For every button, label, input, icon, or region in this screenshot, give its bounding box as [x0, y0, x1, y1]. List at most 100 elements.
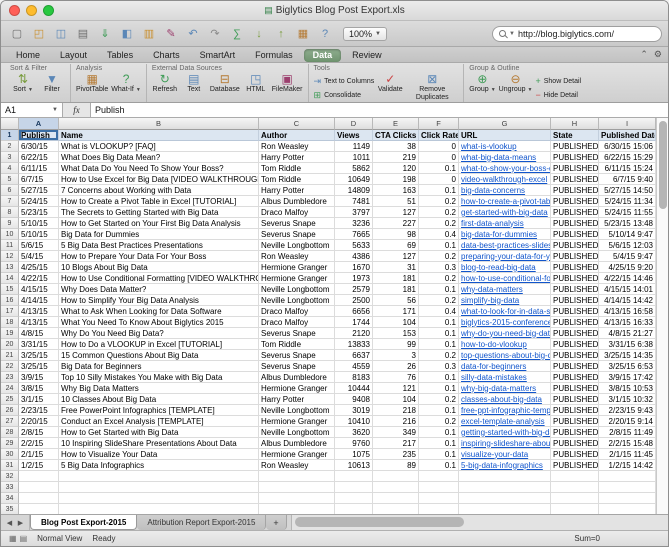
cell-G9[interactable]: first-data-analysis [459, 218, 551, 229]
minimize-window-button[interactable] [26, 5, 37, 16]
new-workbook-icon[interactable]: ▢ [7, 24, 27, 43]
cell-F26[interactable]: 0.1 [419, 405, 459, 416]
cell-C29[interactable]: Albus Dumbledore [259, 438, 335, 449]
cell-E4[interactable]: 120 [373, 163, 419, 174]
cell-H13[interactable]: PUBLISHED [551, 262, 599, 273]
cell-I29[interactable]: 2/2/15 15:48 [599, 438, 656, 449]
cell-A21[interactable]: 3/25/15 [19, 350, 59, 361]
row-header-12[interactable]: 12 [1, 251, 19, 262]
cell-G22[interactable]: data-for-beginners [459, 361, 551, 372]
column-header-g[interactable]: G [459, 118, 551, 130]
cell-B1[interactable]: Name [59, 130, 259, 141]
cell-D34[interactable] [335, 493, 373, 504]
cell-H27[interactable]: PUBLISHED [551, 416, 599, 427]
redo-icon[interactable]: ↷ [205, 24, 225, 43]
cell-E17[interactable]: 171 [373, 306, 419, 317]
cell-I23[interactable]: 3/9/15 17:42 [599, 372, 656, 383]
cell-F14[interactable]: 0.2 [419, 273, 459, 284]
cell-I14[interactable]: 4/22/15 14:46 [599, 273, 656, 284]
cell-D32[interactable] [335, 471, 373, 482]
cell-D27[interactable]: 10410 [335, 416, 373, 427]
cell-C19[interactable]: Severus Snape [259, 328, 335, 339]
row-header-10[interactable]: 10 [1, 229, 19, 240]
cell-F2[interactable]: 0 [419, 141, 459, 152]
row-header-6[interactable]: 6 [1, 185, 19, 196]
row-header-25[interactable]: 25 [1, 394, 19, 405]
cell-A12[interactable]: 5/4/15 [19, 251, 59, 262]
cell-D29[interactable]: 9760 [335, 438, 373, 449]
cell-H20[interactable]: PUBLISHED [551, 339, 599, 350]
column-header-e[interactable]: E [373, 118, 419, 130]
ribbon-button-text-to-columns[interactable]: ⇥ Text to Columns [314, 75, 375, 87]
cell-H12[interactable]: PUBLISHED [551, 251, 599, 262]
cell-A13[interactable]: 4/25/15 [19, 262, 59, 273]
cell-I1[interactable]: Published Date [599, 130, 656, 141]
cell-B3[interactable]: What Does Big Data Mean? [59, 152, 259, 163]
cell-H21[interactable]: PUBLISHED [551, 350, 599, 361]
cell-H6[interactable]: PUBLISHED [551, 185, 599, 196]
row-header-17[interactable]: 17 [1, 306, 19, 317]
cell-B9[interactable]: How to Get Started on Your First Big Dat… [59, 218, 259, 229]
cell-C35[interactable] [259, 504, 335, 514]
ribbon-button-refresh[interactable]: ↻ Refresh [152, 73, 178, 94]
cell-C20[interactable]: Tom Riddle [259, 339, 335, 350]
paste-icon[interactable]: ▥ [139, 24, 159, 43]
cell-H2[interactable]: PUBLISHED [551, 141, 599, 152]
cell-D35[interactable] [335, 504, 373, 514]
cell-C34[interactable] [259, 493, 335, 504]
cell-B31[interactable]: 5 Big Data Infographics [59, 460, 259, 471]
cell-B20[interactable]: How to Do a VLOOKUP in Excel [TUTORIAL] [59, 339, 259, 350]
cell-F19[interactable]: 0.1 [419, 328, 459, 339]
row-header-13[interactable]: 13 [1, 262, 19, 273]
cell-G27[interactable]: excel-template-analysis [459, 416, 551, 427]
cell-C7[interactable]: Albus Dumbledore [259, 196, 335, 207]
cell-I20[interactable]: 3/31/15 6:38 [599, 339, 656, 350]
cell-E29[interactable]: 217 [373, 438, 419, 449]
cell-C31[interactable]: Ron Weasley [259, 460, 335, 471]
cell-E13[interactable]: 31 [373, 262, 419, 273]
cell-G33[interactable] [459, 482, 551, 493]
cell-A4[interactable]: 6/11/15 [19, 163, 59, 174]
cell-G6[interactable]: big-data-concerns [459, 185, 551, 196]
cell-I10[interactable]: 5/10/14 9:47 [599, 229, 656, 240]
cell-H19[interactable]: PUBLISHED [551, 328, 599, 339]
ribbon-button-filter[interactable]: ▼ Filter [39, 73, 65, 94]
cell-G14[interactable]: how-to-use-conditional-formatting [459, 273, 551, 284]
normal-view-icon[interactable]: ▦ [9, 534, 17, 543]
cell-B29[interactable]: 10 Inspiring SlideShare Presentations Ab… [59, 438, 259, 449]
row-header-23[interactable]: 23 [1, 372, 19, 383]
cell-G18[interactable]: biglytics-2015-conference [459, 317, 551, 328]
cell-H5[interactable]: PUBLISHED [551, 174, 599, 185]
cell-C5[interactable]: Tom Riddle [259, 174, 335, 185]
cell-E20[interactable]: 99 [373, 339, 419, 350]
cell-G4[interactable]: what-to-show-your-boss-data [459, 163, 551, 174]
cell-B4[interactable]: What Data Do You Need To Show Your Boss? [59, 163, 259, 174]
cell-F17[interactable]: 0.4 [419, 306, 459, 317]
cell-D4[interactable]: 5862 [335, 163, 373, 174]
cell-C10[interactable]: Severus Snape [259, 229, 335, 240]
row-header-22[interactable]: 22 [1, 361, 19, 372]
cell-H31[interactable]: PUBLISHED [551, 460, 599, 471]
cell-E27[interactable]: 216 [373, 416, 419, 427]
cell-I3[interactable]: 6/22/15 15:29 [599, 152, 656, 163]
cell-B10[interactable]: Big Data for Dummies [59, 229, 259, 240]
ribbon-button-group[interactable]: ⊕ Group ▼ [469, 73, 495, 94]
save-icon[interactable]: ◫ [51, 24, 71, 43]
cell-F12[interactable]: 0.2 [419, 251, 459, 262]
cell-A6[interactable]: 5/27/15 [19, 185, 59, 196]
cell-I33[interactable] [599, 482, 656, 493]
cell-I2[interactable]: 6/30/15 15:06 [599, 141, 656, 152]
cell-E12[interactable]: 127 [373, 251, 419, 262]
cell-A34[interactable] [19, 493, 59, 504]
row-header-3[interactable]: 3 [1, 152, 19, 163]
ribbon-button-consolidate[interactable]: ⊞ Consolidate [314, 89, 375, 101]
cell-I13[interactable]: 4/25/15 9:20 [599, 262, 656, 273]
row-header-33[interactable]: 33 [1, 482, 19, 493]
cell-F5[interactable]: 0 [419, 174, 459, 185]
cell-E9[interactable]: 227 [373, 218, 419, 229]
cell-F28[interactable]: 0.1 [419, 427, 459, 438]
cell-E10[interactable]: 98 [373, 229, 419, 240]
ribbon-button-pivottable[interactable]: ▦ PivotTable [76, 73, 108, 94]
row-header-15[interactable]: 15 [1, 284, 19, 295]
cell-A5[interactable]: 6/7/15 [19, 174, 59, 185]
